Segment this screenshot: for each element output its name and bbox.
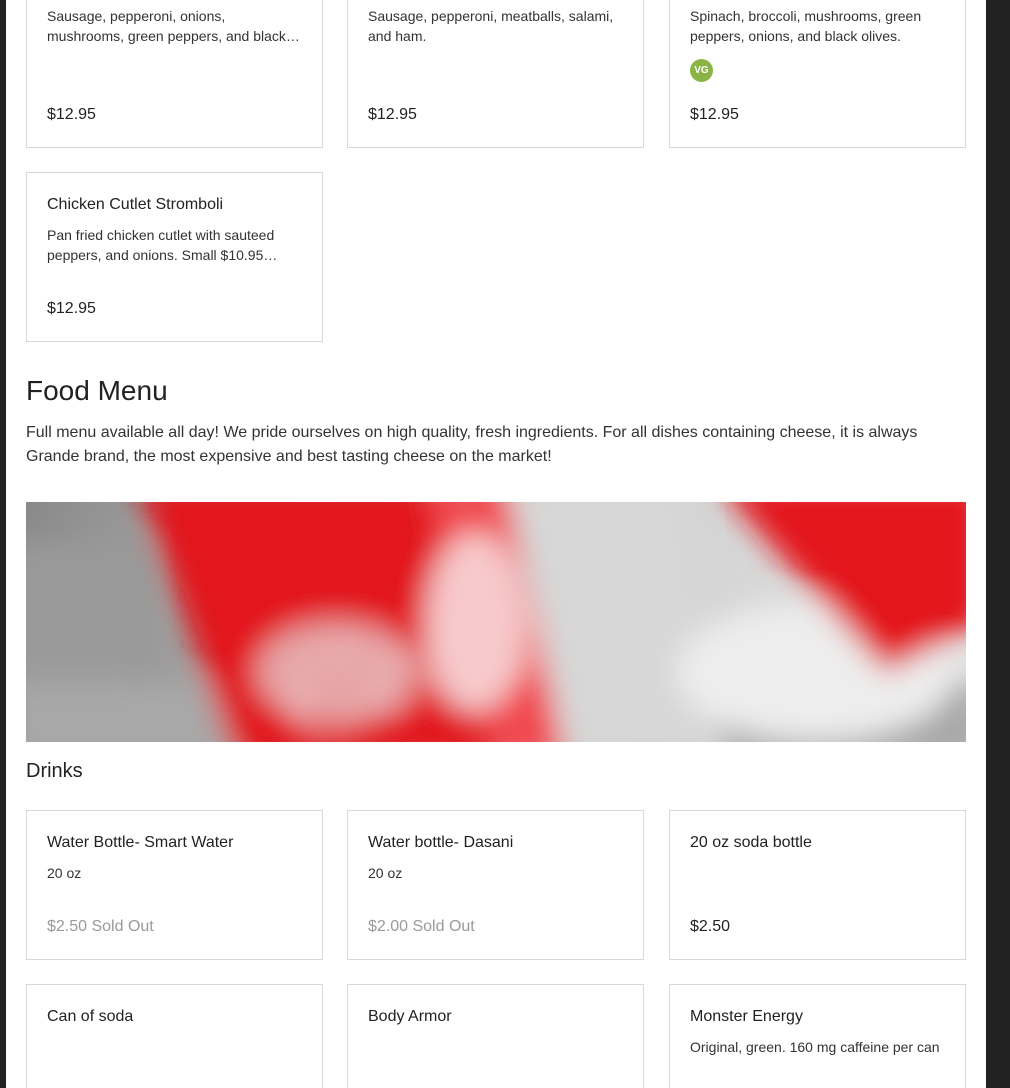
menu-item-card[interactable]: Chicken Cutlet Stromboli Pan fried chick… <box>26 172 323 342</box>
menu-item-description: Pan fried chicken cutlet with sauteed pe… <box>47 227 275 263</box>
menu-item-card[interactable]: Can of soda <box>26 984 323 1088</box>
menu-item-card[interactable]: Spinach, broccoli, mushrooms, green pepp… <box>669 0 966 148</box>
menu-item-description: Sausage, pepperoni, onions, mushrooms, g… <box>47 8 286 44</box>
menu-page: Sausage, pepperoni, onions, mushrooms, g… <box>6 0 986 1088</box>
menu-item-name: Body Armor <box>368 1008 452 1025</box>
drinks-banner-image: Coca <box>26 502 966 742</box>
menu-item-price: $12.95 <box>368 106 417 123</box>
menu-item-card[interactable]: Sausage, pepperoni, onions, mushrooms, g… <box>26 0 323 148</box>
menu-item-price: $2.50 <box>690 918 731 935</box>
menu-item-name: Water bottle- Dasani <box>368 834 514 851</box>
menu-item-card[interactable]: Water Bottle- Smart Water 20 oz $2.50 So… <box>26 810 323 960</box>
menu-item-description: Original, green. 160 mg caffeine per can <box>690 1039 940 1055</box>
menu-item-name: 20 oz soda bottle <box>690 834 812 851</box>
menu-item-name: Chicken Cutlet Stromboli <box>47 196 224 213</box>
menu-item-description: 20 oz <box>368 865 403 881</box>
menu-item-description: Sausage, pepperoni, meatballs, salami, a… <box>368 8 614 44</box>
menu-item-name: Water Bottle- Smart Water <box>47 834 234 851</box>
menu-item-price: $12.95 <box>690 106 739 123</box>
menu-item-name: Can of soda <box>47 1008 134 1025</box>
menu-item-card[interactable]: Sausage, pepperoni, meatballs, salami, a… <box>347 0 644 148</box>
menu-item-price: $12.95 <box>47 300 96 317</box>
vegan-badge-icon: VG <box>690 59 713 82</box>
section-description: Full menu available all day! We pride ou… <box>26 424 918 465</box>
menu-item-description: Spinach, broccoli, mushrooms, green pepp… <box>690 8 922 44</box>
category-title: Drinks <box>26 760 83 782</box>
menu-item-card[interactable]: Water bottle- Dasani 20 oz $2.00 Sold Ou… <box>347 810 644 960</box>
menu-item-card[interactable]: 20 oz soda bottle $2.50 <box>669 810 966 960</box>
menu-item-price: $2.00 Sold Out <box>368 918 475 935</box>
menu-item-name: Monster Energy <box>690 1008 803 1025</box>
menu-item-card[interactable]: Monster Energy Original, green. 160 mg c… <box>669 984 966 1088</box>
section-title: Food Menu <box>26 375 168 406</box>
menu-item-price: $2.50 Sold Out <box>47 918 154 935</box>
menu-item-card[interactable]: Body Armor <box>347 984 644 1088</box>
menu-item-description: 20 oz <box>47 865 82 881</box>
menu-item-price: $12.95 <box>47 106 96 123</box>
